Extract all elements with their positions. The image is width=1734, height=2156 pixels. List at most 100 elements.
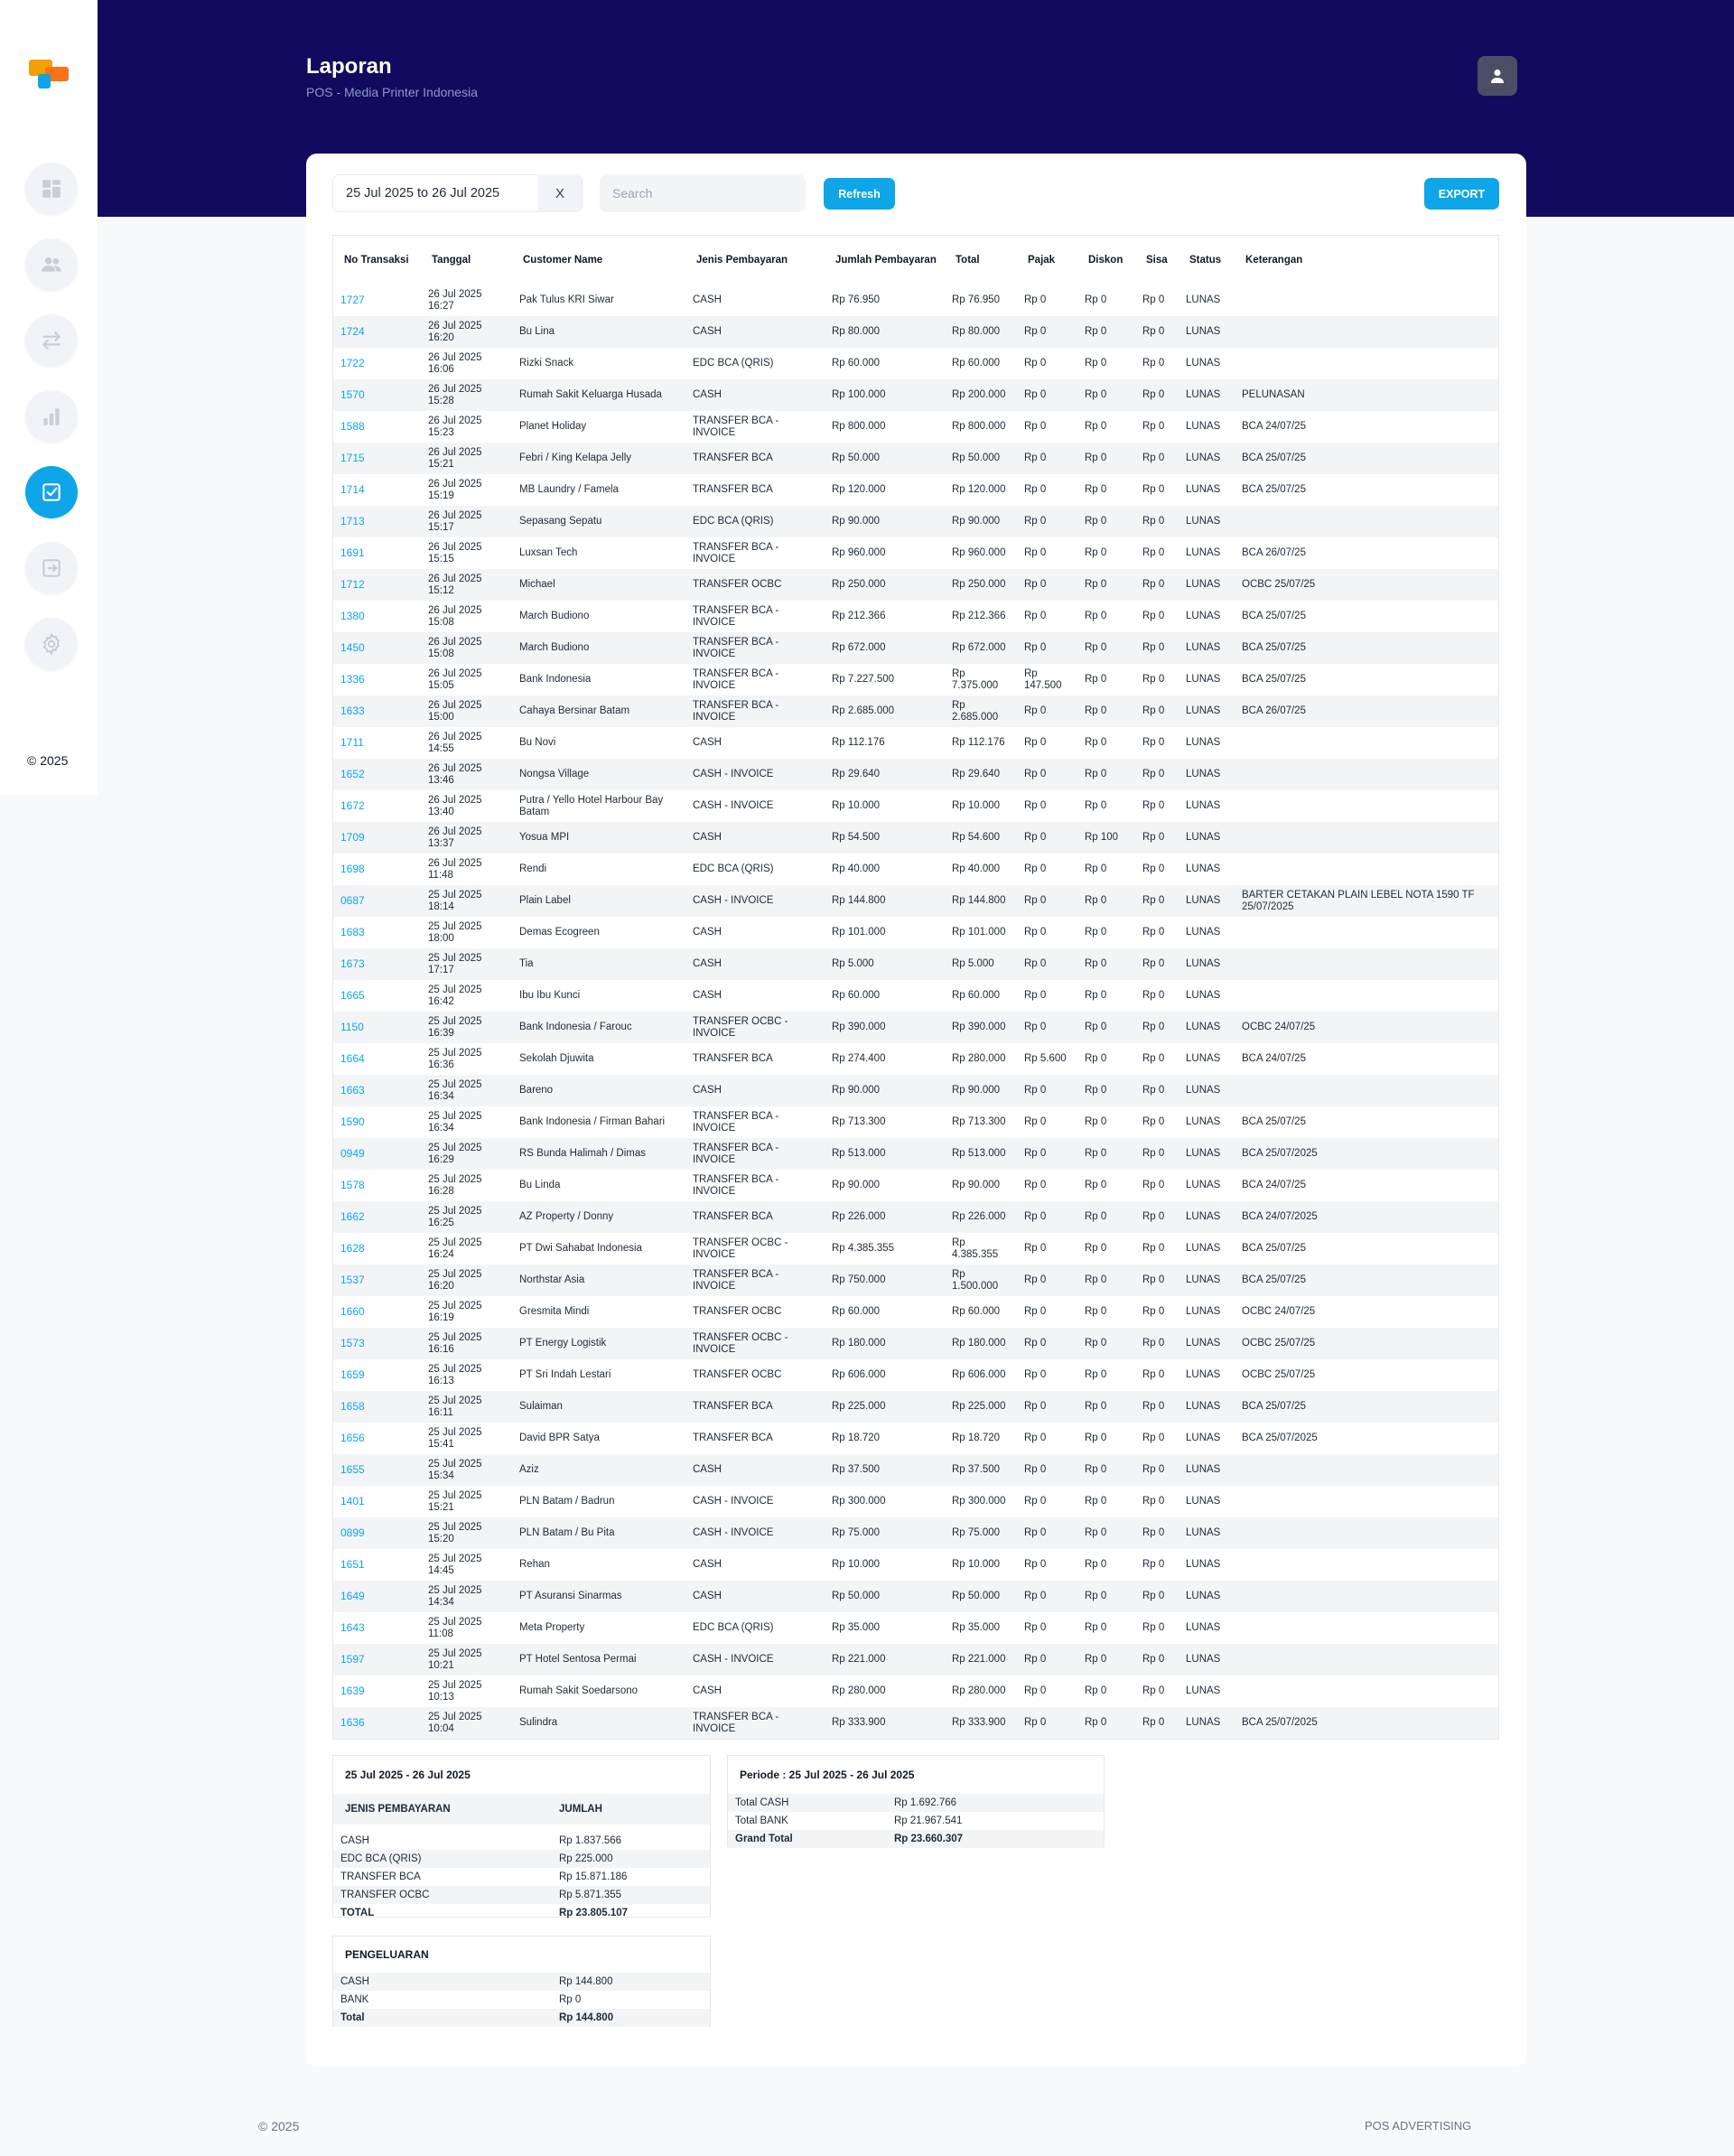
table-row[interactable]: 1450 26 Jul 2025 15:08 March Budiono TRANSF…: [333, 632, 1498, 664]
table-row[interactable]: 1713 26 Jul 2025 15:17 Sepasang Sepatu EDC …: [333, 506, 1498, 537]
transaction-link[interactable]: 0899: [333, 1517, 421, 1549]
table-row[interactable]: 1597 25 Jul 2025 10:21 PT Hotel Sentosa Pe…: [333, 1644, 1498, 1675]
table-row[interactable]: 1691 26 Jul 2025 15:15 Luxsan Tech TRANSFER…: [333, 537, 1498, 569]
table-row[interactable]: 1712 26 Jul 2025 15:12 Michael TRANSFER OCB…: [333, 569, 1498, 601]
logout-icon[interactable]: [25, 542, 78, 594]
transaction-link[interactable]: 1633: [333, 695, 421, 727]
transaction-link[interactable]: 1663: [333, 1075, 421, 1106]
column-header[interactable]: Customer Name: [512, 236, 685, 285]
table-row[interactable]: 1722 26 Jul 2025 16:06 Rizki Snack EDC BCA …: [333, 348, 1498, 379]
transaction-link[interactable]: 1628: [333, 1233, 421, 1265]
transfer-icon[interactable]: [25, 314, 78, 367]
table-row[interactable]: 1655 25 Jul 2025 15:34 Aziz CASH Rp 37.500 Rp…: [333, 1454, 1498, 1486]
gear-icon[interactable]: [25, 618, 78, 670]
column-header[interactable]: Jenis Pembayaran: [685, 236, 825, 285]
table-row[interactable]: 1652 26 Jul 2025 13:46 Nongsa Village CASH …: [333, 759, 1498, 790]
column-header[interactable]: Sisa: [1135, 236, 1179, 285]
table-row[interactable]: 1664 25 Jul 2025 16:36 Sekolah Djuwita TRAN…: [333, 1043, 1498, 1075]
transaction-link[interactable]: 1588: [333, 411, 421, 443]
table-row[interactable]: 1573 25 Jul 2025 16:16 PT Energy Logistik T…: [333, 1328, 1498, 1359]
transaction-link[interactable]: 1712: [333, 569, 421, 601]
column-header[interactable]: Diskon: [1077, 236, 1135, 285]
transaction-link[interactable]: 1636: [333, 1707, 421, 1739]
table-row[interactable]: 1590 25 Jul 2025 16:34 Bank Indonesia / Fi…: [333, 1106, 1498, 1138]
column-header[interactable]: Jumlah Pembayaran: [825, 236, 945, 285]
dashboard-icon[interactable]: [25, 163, 78, 215]
chart-icon[interactable]: [25, 390, 78, 443]
column-header[interactable]: No Transaksi: [333, 236, 421, 285]
transaction-link[interactable]: 1698: [333, 854, 421, 885]
transaction-link[interactable]: 1713: [333, 506, 421, 537]
transaction-link[interactable]: 1727: [333, 285, 421, 316]
table-row[interactable]: 1150 25 Jul 2025 16:39 Bank Indonesia / Fa…: [333, 1012, 1498, 1043]
table-row[interactable]: 1663 25 Jul 2025 16:34 Bareno CASH Rp 90.000…: [333, 1075, 1498, 1106]
transaction-link[interactable]: 1652: [333, 759, 421, 790]
date-range-picker[interactable]: 25 Jul 2025 to 26 Jul 2025 X: [332, 174, 583, 212]
transaction-link[interactable]: 1380: [333, 601, 421, 632]
column-header[interactable]: Keterangan: [1235, 236, 1498, 285]
table-row[interactable]: 1570 26 Jul 2025 15:28 Rumah Sakit Keluarg…: [333, 379, 1498, 411]
export-button[interactable]: EXPORT: [1424, 178, 1499, 210]
table-row[interactable]: 1660 25 Jul 2025 16:19 Gresmita Mindi TRANS…: [333, 1296, 1498, 1328]
transaction-link[interactable]: 1578: [333, 1170, 421, 1201]
table-row[interactable]: 1665 25 Jul 2025 16:42 Ibu Ibu Kunci CASH Rp…: [333, 980, 1498, 1012]
table-row[interactable]: 1401 25 Jul 2025 15:21 PLN Batam / Badrun C…: [333, 1486, 1498, 1517]
table-row[interactable]: 1633 26 Jul 2025 15:00 Cahaya Bersinar Bat…: [333, 695, 1498, 727]
table-row[interactable]: 0899 25 Jul 2025 15:20 PLN Batam / Bu Pita…: [333, 1517, 1498, 1549]
transaction-link[interactable]: 1658: [333, 1391, 421, 1423]
refresh-button[interactable]: Refresh: [824, 178, 895, 210]
table-row[interactable]: 1643 25 Jul 2025 11:08 Meta Property EDC BC…: [333, 1612, 1498, 1644]
table-row[interactable]: 1711 26 Jul 2025 14:55 Bu Novi CASH Rp 112.1…: [333, 727, 1498, 759]
user-menu-button[interactable]: [1478, 56, 1517, 96]
table-row[interactable]: 1649 25 Jul 2025 14:34 PT Asuransi Sinarma…: [333, 1581, 1498, 1612]
table-row[interactable]: 1380 26 Jul 2025 15:08 March Budiono TRANSF…: [333, 601, 1498, 632]
table-row[interactable]: 1662 25 Jul 2025 16:25 AZ Property / Donny…: [333, 1201, 1498, 1233]
transaction-link[interactable]: 1570: [333, 379, 421, 411]
table-row[interactable]: 1724 26 Jul 2025 16:20 Bu Lina CASH Rp 80.00…: [333, 316, 1498, 348]
transaction-link[interactable]: 1537: [333, 1265, 421, 1296]
table-row[interactable]: 1651 25 Jul 2025 14:45 Rehan CASH Rp 10.000 R…: [333, 1549, 1498, 1581]
transaction-link[interactable]: 1643: [333, 1612, 421, 1644]
clear-date-button[interactable]: X: [538, 174, 582, 212]
column-header[interactable]: Status: [1179, 236, 1235, 285]
transaction-link[interactable]: 1336: [333, 664, 421, 695]
transaction-link[interactable]: 1673: [333, 948, 421, 980]
table-row[interactable]: 1336 26 Jul 2025 15:05 Bank Indonesia TRANS…: [333, 664, 1498, 695]
date-range-value[interactable]: 25 Jul 2025 to 26 Jul 2025: [333, 186, 538, 201]
table-row[interactable]: 1715 26 Jul 2025 15:21 Febri / King Kelapa…: [333, 443, 1498, 474]
transaction-link[interactable]: 1714: [333, 474, 421, 506]
table-row[interactable]: 1636 25 Jul 2025 10:04 Sulindra TRANSFER BC…: [333, 1707, 1498, 1739]
table-row[interactable]: 1537 25 Jul 2025 16:20 Northstar Asia TRANS…: [333, 1265, 1498, 1296]
checkbox-icon[interactable]: [25, 466, 78, 518]
transaction-link[interactable]: 1660: [333, 1296, 421, 1328]
transaction-link[interactable]: 1150: [333, 1012, 421, 1043]
table-row[interactable]: 1588 26 Jul 2025 15:23 Planet Holiday TRANS…: [333, 411, 1498, 443]
search-input[interactable]: [600, 174, 806, 212]
transaction-link[interactable]: 1573: [333, 1328, 421, 1359]
transaction-link[interactable]: 1450: [333, 632, 421, 664]
transaction-link[interactable]: 1651: [333, 1549, 421, 1581]
table-row[interactable]: 1578 25 Jul 2025 16:28 Bu Linda TRANSFER BC…: [333, 1170, 1498, 1201]
transaction-link[interactable]: 1672: [333, 790, 421, 822]
table-row[interactable]: 1628 25 Jul 2025 16:24 PT Dwi Sahabat Indo…: [333, 1233, 1498, 1265]
transaction-link[interactable]: 1649: [333, 1581, 421, 1612]
transaction-link[interactable]: 1656: [333, 1423, 421, 1454]
transaction-link[interactable]: 1655: [333, 1454, 421, 1486]
table-row[interactable]: 1658 25 Jul 2025 16:11 Sulaiman TRANSFER BC…: [333, 1391, 1498, 1423]
table-row[interactable]: 1659 25 Jul 2025 16:13 PT Sri Indah Lestar…: [333, 1359, 1498, 1391]
table-row[interactable]: 1683 25 Jul 2025 18:00 Demas Ecogreen CASH R…: [333, 917, 1498, 948]
table-row[interactable]: 1698 26 Jul 2025 11:48 Rendi EDC BCA (QRIS)…: [333, 854, 1498, 885]
column-header[interactable]: Pajak: [1017, 236, 1077, 285]
transaction-link[interactable]: 0687: [333, 885, 421, 917]
transaction-link[interactable]: 1709: [333, 822, 421, 854]
table-row[interactable]: 1656 25 Jul 2025 15:41 David BPR Satya TRAN…: [333, 1423, 1498, 1454]
transaction-link[interactable]: 1664: [333, 1043, 421, 1075]
transaction-link[interactable]: 1715: [333, 443, 421, 474]
transaction-link[interactable]: 1639: [333, 1675, 421, 1707]
table-row[interactable]: 1714 26 Jul 2025 15:19 MB Laundry / Famela…: [333, 474, 1498, 506]
transaction-link[interactable]: 1683: [333, 917, 421, 948]
transaction-link[interactable]: 1597: [333, 1644, 421, 1675]
transaction-link[interactable]: 1659: [333, 1359, 421, 1391]
table-row[interactable]: 1639 25 Jul 2025 10:13 Rumah Sakit Soedars…: [333, 1675, 1498, 1707]
table-row[interactable]: 1709 26 Jul 2025 13:37 Yosua MPI CASH Rp 54.…: [333, 822, 1498, 854]
